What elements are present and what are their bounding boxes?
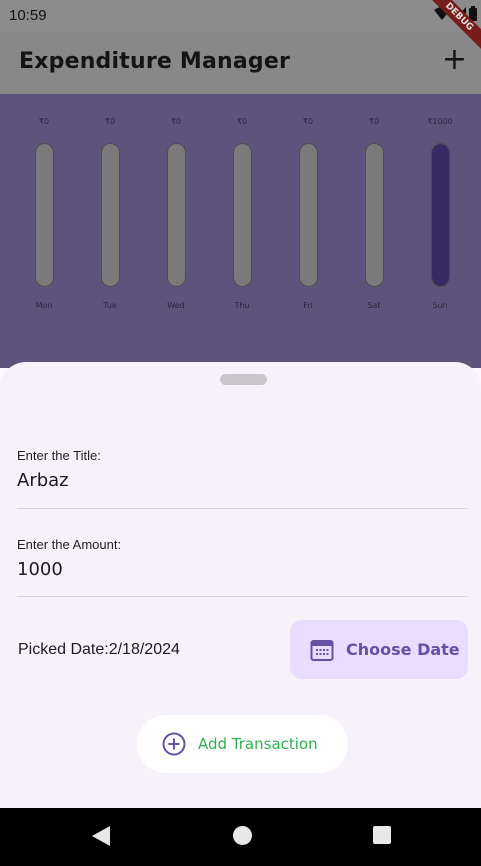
recents-icon[interactable] — [373, 826, 391, 844]
chart-bar-thu: ₹0 Thu — [222, 116, 262, 310]
bar-value-label: ₹0 — [38, 117, 50, 126]
bar-value-label: ₹0 — [236, 117, 248, 126]
picked-date-text: Picked Date:2/18/2024 — [18, 641, 180, 658]
add-icon[interactable]: + — [442, 45, 467, 75]
app-title: Expenditure Manager — [19, 49, 291, 74]
chart-bar-sun: ₹1000 Sun — [420, 116, 460, 310]
sheet-drag-handle[interactable] — [220, 374, 267, 385]
add-transaction-button[interactable]: Add Transaction — [137, 715, 348, 773]
bar-day-label: Thu — [234, 301, 250, 310]
app-bar: Expenditure Manager + — [0, 32, 481, 94]
battery-icon — [469, 6, 477, 21]
signal-icon — [453, 6, 466, 21]
bar-track — [298, 143, 318, 287]
system-nav-bar — [0, 808, 481, 866]
bar-fill — [431, 144, 449, 286]
chart-bar-sat: ₹0 Sat — [354, 116, 394, 310]
bar-value-label: ₹0 — [302, 117, 314, 126]
home-icon[interactable] — [233, 826, 252, 845]
add-circle-icon — [162, 732, 186, 756]
amount-field-label: Enter the Amount: — [17, 537, 122, 552]
bar-value-label: ₹1000 — [427, 117, 453, 126]
status-time: 10:59 — [9, 7, 47, 24]
calendar-icon — [310, 639, 334, 661]
choose-date-button[interactable]: Choose Date — [290, 620, 468, 679]
status-bar: 10:59 — [0, 0, 481, 32]
bar-value-label: ₹0 — [170, 117, 182, 126]
chart-bar-mon: ₹0 Mon — [24, 116, 64, 310]
chart-bar-fri: ₹0 Fri — [288, 116, 328, 310]
bar-track — [232, 143, 252, 287]
bar-day-label: Sun — [432, 301, 448, 310]
add-transaction-label: Add Transaction — [198, 735, 318, 753]
status-icons — [434, 6, 477, 21]
bar-day-label: Mon — [35, 301, 53, 310]
bar-track — [364, 143, 384, 287]
bar-value-label: ₹0 — [104, 117, 116, 126]
bar-day-label: Wed — [167, 301, 185, 310]
bar-track — [100, 143, 120, 287]
back-icon[interactable] — [91, 825, 111, 847]
wifi-icon — [434, 6, 450, 20]
title-input[interactable] — [17, 470, 468, 491]
amount-field[interactable]: Enter the Amount: — [17, 537, 468, 597]
bar-track — [430, 143, 450, 287]
title-field[interactable]: Enter the Title: — [17, 448, 468, 509]
bar-value-label: ₹0 — [368, 117, 380, 126]
bar-track — [166, 143, 186, 287]
bar-day-label: Tue — [103, 301, 117, 310]
weekly-expense-chart: ₹0 Mon ₹0 Tue ₹0 Wed ₹0 Thu ₹0 Fri ₹0 Sat ₹1000 Sun — [0, 94, 481, 368]
chart-bar-wed: ₹0 Wed — [156, 116, 196, 310]
title-field-label: Enter the Title: — [17, 448, 101, 463]
new-transaction-sheet: Enter the Title: Enter the Amount: Picke… — [0, 362, 481, 808]
bar-day-label: Sat — [367, 301, 381, 310]
bar-track — [34, 143, 54, 287]
chart-bar-tue: ₹0 Tue — [90, 116, 130, 310]
choose-date-label: Choose Date — [346, 640, 460, 659]
amount-input[interactable] — [17, 559, 468, 580]
bar-day-label: Fri — [303, 301, 313, 310]
